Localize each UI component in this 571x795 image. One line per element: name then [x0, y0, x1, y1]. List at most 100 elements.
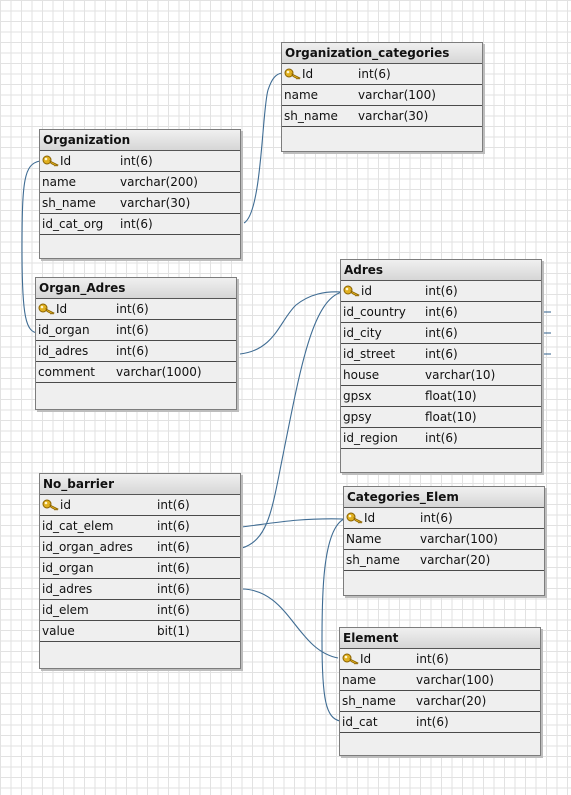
- column-name: sh_name: [346, 553, 400, 567]
- link-organ-adres-adres: [239, 291, 343, 355]
- table-row[interactable]: id_cat int(6): [340, 712, 540, 733]
- table-row[interactable]: id_country int(6): [341, 302, 541, 323]
- key-icon: [346, 512, 363, 524]
- table-adres[interactable]: Adres id int(6) id_country int(6) id_city int(…: [340, 259, 542, 473]
- column-name: id_adres: [42, 582, 93, 596]
- column-name: id_region: [343, 431, 398, 445]
- table-row[interactable]: gpsy float(10): [341, 407, 541, 428]
- table-row[interactable]: name varchar(100): [282, 85, 482, 106]
- column-type: int(6): [416, 715, 449, 729]
- table-row[interactable]: name varchar(100): [340, 670, 540, 691]
- column-name: id_cat: [342, 715, 378, 729]
- column-type: int(6): [425, 326, 458, 340]
- column-type: varchar(30): [120, 196, 191, 210]
- column-type: varchar(100): [416, 673, 494, 687]
- table-row[interactable]: Id int(6): [344, 508, 544, 529]
- column-name: id_elem: [42, 603, 89, 617]
- column-type: int(6): [157, 561, 190, 575]
- column-name: id_adres: [38, 344, 89, 358]
- column-name: Id: [302, 67, 314, 81]
- table-element[interactable]: Element Id int(6) name varchar(100) sh_name va…: [339, 627, 541, 756]
- column-type: float(10): [425, 389, 477, 403]
- column-type: int(6): [358, 67, 391, 81]
- column-type: int(6): [157, 540, 190, 554]
- column-name: id_organ_adres: [42, 540, 133, 554]
- column-type: int(6): [116, 344, 149, 358]
- table-title: No_barrier: [40, 474, 240, 495]
- table-organization-categories[interactable]: Organization_categories Id int(6) name varch…: [281, 42, 483, 152]
- column-type: varchar(200): [120, 175, 198, 189]
- table-row[interactable]: Id int(6): [340, 649, 540, 670]
- column-name: sh_name: [42, 196, 96, 210]
- table-row[interactable]: id_organ_adres int(6): [40, 537, 240, 558]
- table-row[interactable]: id_organ int(6): [36, 320, 236, 341]
- key-icon: [42, 499, 59, 511]
- column-name: comment: [38, 365, 96, 379]
- column-name: Name: [346, 532, 382, 546]
- column-name: id: [361, 284, 372, 298]
- column-type: int(6): [157, 498, 190, 512]
- table-organization[interactable]: Organization Id int(6) name varchar(200) sh_n…: [39, 129, 241, 259]
- table-row[interactable]: Id int(6): [282, 64, 482, 85]
- column-type: varchar(20): [420, 553, 491, 567]
- column-name: id_cat_elem: [42, 519, 114, 533]
- table-row[interactable]: id int(6): [341, 281, 541, 302]
- column-name: id_country: [343, 305, 406, 319]
- table-row[interactable]: sh_name varchar(30): [40, 193, 240, 214]
- table-row[interactable]: gpsx float(10): [341, 386, 541, 407]
- column-type: bit(1): [157, 624, 190, 638]
- key-icon: [343, 285, 360, 297]
- table-row[interactable]: Name varchar(100): [344, 529, 544, 550]
- column-type: int(6): [120, 217, 153, 231]
- column-type: int(6): [425, 347, 458, 361]
- column-name: Id: [360, 652, 372, 666]
- table-row[interactable]: id_street int(6): [341, 344, 541, 365]
- column-type: float(10): [425, 410, 477, 424]
- table-organ-adres[interactable]: Organ_Adres Id int(6) id_organ int(6) id_adre…: [35, 277, 237, 410]
- column-type: int(6): [425, 305, 458, 319]
- table-row[interactable]: id_adres int(6): [40, 579, 240, 600]
- table-row[interactable]: id_city int(6): [341, 323, 541, 344]
- table-row[interactable]: id int(6): [40, 495, 240, 516]
- table-row[interactable]: id_region int(6): [341, 428, 541, 449]
- column-type: varchar(100): [358, 88, 436, 102]
- key-icon: [342, 653, 359, 665]
- table-row[interactable]: house varchar(10): [341, 365, 541, 386]
- column-name: sh_name: [284, 109, 338, 123]
- column-name: name: [284, 88, 319, 102]
- key-icon: [38, 303, 55, 315]
- column-type: int(6): [416, 652, 449, 666]
- column-name: sh_name: [342, 694, 396, 708]
- column-type: int(6): [116, 302, 149, 316]
- table-row[interactable]: sh_name varchar(30): [282, 106, 482, 127]
- column-name: value: [42, 624, 75, 638]
- column-name: Id: [60, 154, 72, 168]
- column-type: int(6): [425, 284, 458, 298]
- column-name: id_city: [343, 326, 382, 340]
- table-row[interactable]: sh_name varchar(20): [344, 550, 544, 571]
- table-row[interactable]: name varchar(200): [40, 172, 240, 193]
- table-row[interactable]: Id int(6): [36, 299, 236, 320]
- column-type: varchar(20): [416, 694, 487, 708]
- link-no-barrier-adres: [241, 291, 343, 549]
- table-row[interactable]: id_cat_org int(6): [40, 214, 240, 235]
- column-type: int(6): [420, 511, 453, 525]
- table-row[interactable]: Id int(6): [40, 151, 240, 172]
- column-type: varchar(100): [420, 532, 498, 546]
- table-row[interactable]: id_cat_elem int(6): [40, 516, 240, 537]
- column-name: id_street: [343, 347, 396, 361]
- column-name: Id: [364, 511, 376, 525]
- table-row[interactable]: id_adres int(6): [36, 341, 236, 362]
- table-row[interactable]: value bit(1): [40, 621, 240, 642]
- table-categories-elem[interactable]: Categories_Elem Id int(6) Name varchar(100) s…: [343, 486, 545, 596]
- table-row[interactable]: sh_name varchar(20): [340, 691, 540, 712]
- link-organization-category: [243, 72, 283, 224]
- table-row[interactable]: comment varchar(1000): [36, 362, 236, 383]
- table-title: Organization: [40, 130, 240, 151]
- key-icon: [284, 68, 301, 80]
- table-no-barrier[interactable]: No_barrier id int(6) id_cat_elem int(6) id_or…: [39, 473, 241, 669]
- column-name: id_organ: [42, 561, 94, 575]
- table-row[interactable]: id_organ int(6): [40, 558, 240, 579]
- column-type: int(6): [157, 519, 190, 533]
- table-row[interactable]: id_elem int(6): [40, 600, 240, 621]
